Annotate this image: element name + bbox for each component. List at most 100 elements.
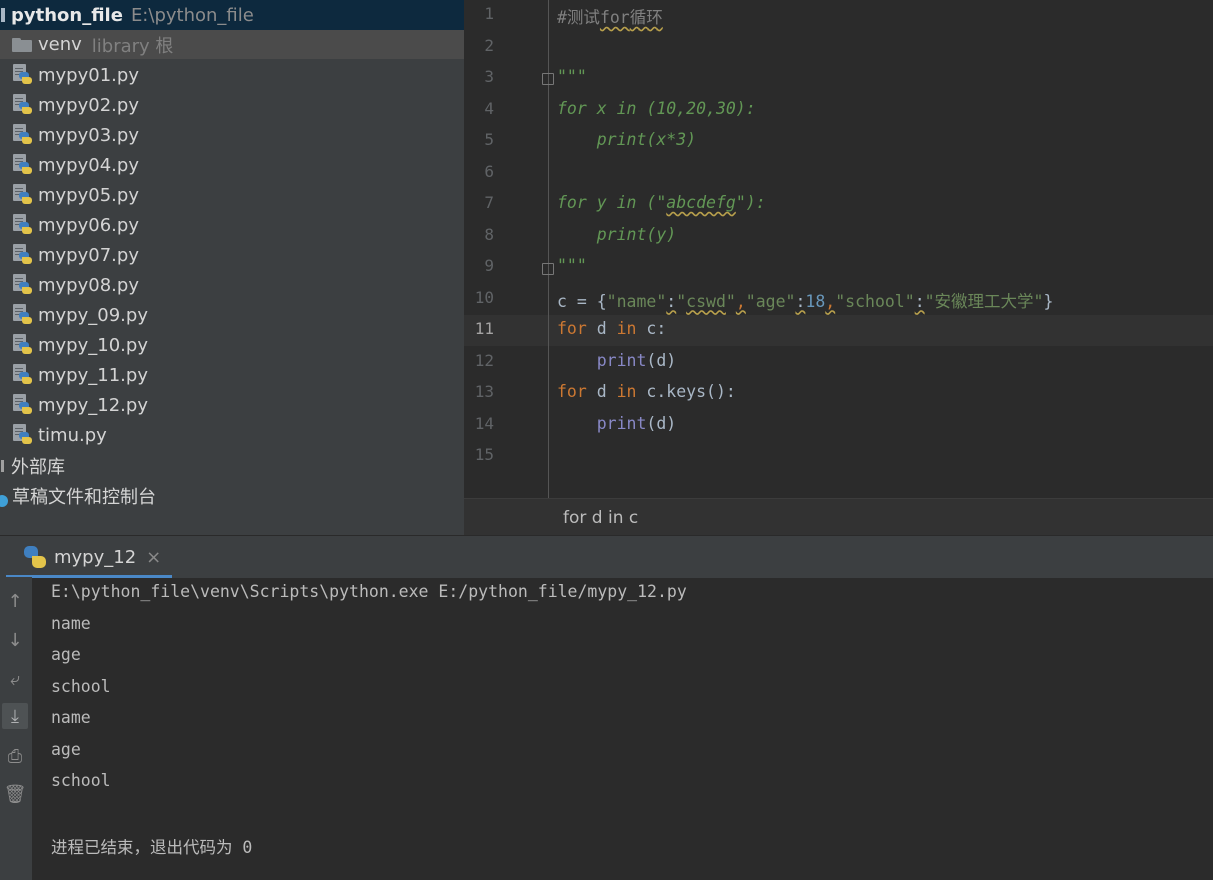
print-icon[interactable]: ⎙ xyxy=(2,743,28,769)
line-number: 3 xyxy=(484,67,494,86)
close-icon[interactable]: × xyxy=(146,547,161,568)
console-line: school xyxy=(51,771,111,790)
python-file-icon xyxy=(13,124,33,146)
code-token: """ xyxy=(557,67,587,86)
tree-item-file[interactable]: mypy07.py xyxy=(0,240,464,270)
file-name: mypy_11.py xyxy=(38,364,148,386)
file-name: mypy03.py xyxy=(38,124,139,146)
code-token: print xyxy=(596,413,647,433)
line-number: 10 xyxy=(474,287,494,307)
code-token: "age" xyxy=(745,291,796,311)
code-token: print xyxy=(596,350,647,370)
scroll-to-end-icon[interactable]: ⤓ xyxy=(2,703,28,729)
venv-label: venv xyxy=(38,34,82,55)
file-name: mypy06.py xyxy=(38,214,139,236)
arrow-up-icon[interactable]: ↑ xyxy=(2,588,28,614)
trash-icon[interactable]: 🗑 xyxy=(2,781,28,807)
file-name: mypy_12.py xyxy=(38,394,148,416)
code-token: d xyxy=(586,382,617,401)
code-token: (d) xyxy=(646,350,677,370)
fold-end-icon[interactable] xyxy=(542,263,554,275)
scratches-icon xyxy=(0,495,8,507)
file-name: mypy_10.py xyxy=(38,334,148,356)
console-line: 进程已结束，退出代码为 0 xyxy=(51,838,253,857)
soft-wrap-icon[interactable]: ⤶ xyxy=(2,666,28,692)
code-line[interactable]: for y in ("abcdefg"): xyxy=(557,193,766,212)
code-token: } xyxy=(1043,291,1054,311)
project-root-row[interactable]: python_file E:\python_file xyxy=(0,0,464,30)
line-number: 5 xyxy=(484,130,494,149)
tree-item-file[interactable]: timu.py xyxy=(0,420,464,450)
console-line: name xyxy=(51,708,91,727)
python-file-icon xyxy=(13,364,33,386)
tree-item-venv[interactable]: venv library 根 xyxy=(0,30,464,59)
line-number: 14 xyxy=(474,413,494,433)
tree-item-file[interactable]: mypy04.py xyxy=(0,150,464,180)
python-file-icon xyxy=(13,214,33,236)
tree-item-file[interactable]: mypy_10.py xyxy=(0,330,464,360)
code-line[interactable]: for x in (10,20,30): xyxy=(557,99,756,118)
tree-item-file[interactable]: mypy02.py xyxy=(0,90,464,120)
python-file-icon xyxy=(13,94,33,116)
code-line[interactable]: print(x*3) xyxy=(557,130,696,149)
tree-item-external-libraries[interactable]: 外部库 xyxy=(0,451,65,481)
tree-item-file[interactable]: mypy_12.py xyxy=(0,390,464,420)
code-token: abcdefg xyxy=(666,193,736,212)
console-output[interactable]: E:\python_file\venv\Scripts\python.exe E… xyxy=(32,577,1213,880)
code-line[interactable]: """ xyxy=(557,256,587,275)
tree-item-file[interactable]: mypy03.py xyxy=(0,120,464,150)
file-name: mypy_09.py xyxy=(38,304,148,326)
code-line[interactable]: #测试for循环 xyxy=(557,4,663,28)
tree-item-file[interactable]: mypy_11.py xyxy=(0,360,464,390)
code-token: for xyxy=(557,382,587,401)
python-file-icon xyxy=(13,154,33,176)
code-token: "school" xyxy=(835,291,915,311)
console-line: name xyxy=(51,613,91,633)
code-token: #测试 xyxy=(557,8,600,27)
external-libraries-label: 外部库 xyxy=(11,457,65,478)
console-line: school xyxy=(51,676,111,696)
expand-marker-icon xyxy=(1,8,5,22)
line-number: 15 xyxy=(474,445,494,464)
python-file-icon xyxy=(13,274,33,296)
line-number: 4 xyxy=(484,98,494,118)
python-file-icon xyxy=(13,244,33,266)
breadcrumb[interactable]: for d in c xyxy=(563,508,638,528)
run-tab-mypy12[interactable]: mypy_12 × xyxy=(6,536,172,578)
file-name: mypy08.py xyxy=(38,274,139,296)
code-token: in xyxy=(616,382,637,401)
tree-item-file[interactable]: mypy_09.py xyxy=(0,300,464,330)
code-token: print(y) xyxy=(557,224,677,244)
code-line[interactable]: print(d) xyxy=(557,351,676,370)
arrow-down-icon[interactable]: ↓ xyxy=(2,627,28,653)
code-line[interactable]: for d in c: xyxy=(557,319,666,338)
tree-item-file[interactable]: mypy05.py xyxy=(0,180,464,210)
code-token: c = { xyxy=(557,291,607,311)
file-list: mypy01.py mypy02.py mypy03.py mypy04.py mypy… xyxy=(0,60,464,450)
code-token: in xyxy=(616,319,637,338)
fold-start-icon[interactable] xyxy=(542,73,554,85)
line-number: 8 xyxy=(484,224,494,244)
tree-item-file[interactable]: mypy08.py xyxy=(0,270,464,300)
console-line: E:\python_file\venv\Scripts\python.exe E… xyxy=(51,582,687,601)
file-name: mypy07.py xyxy=(38,244,139,266)
code-line[interactable]: print(y) xyxy=(557,225,676,244)
code-line[interactable]: c = {"name":"cswd","age":18,"school":"安徽… xyxy=(557,288,1053,312)
code-token: for x in (10,20,30): xyxy=(557,98,756,118)
code-line[interactable]: print(d) xyxy=(557,414,676,433)
tree-item-scratches[interactable]: 草稿文件和控制台 xyxy=(0,481,156,511)
file-name: mypy02.py xyxy=(38,94,139,116)
code-line[interactable]: """ xyxy=(557,67,587,86)
code-token: " xyxy=(725,291,736,311)
tree-item-file[interactable]: mypy06.py xyxy=(0,210,464,240)
line-number: 13 xyxy=(474,382,494,401)
python-file-icon xyxy=(13,424,33,446)
scratches-label: 草稿文件和控制台 xyxy=(12,487,156,508)
tree-item-file[interactable]: mypy01.py xyxy=(0,60,464,90)
project-panel: python_file E:\python_file venv library … xyxy=(0,0,464,535)
line-number: 6 xyxy=(484,161,494,181)
run-tab-bar: mypy_12 × xyxy=(0,535,1213,578)
code-editor[interactable]: 1 2 3 4 5 6 7 8 9 10 11 12 13 14 15 #测试for循环 """ for x i… xyxy=(464,0,1213,535)
code-line[interactable]: for d in c.keys(): xyxy=(557,382,736,401)
